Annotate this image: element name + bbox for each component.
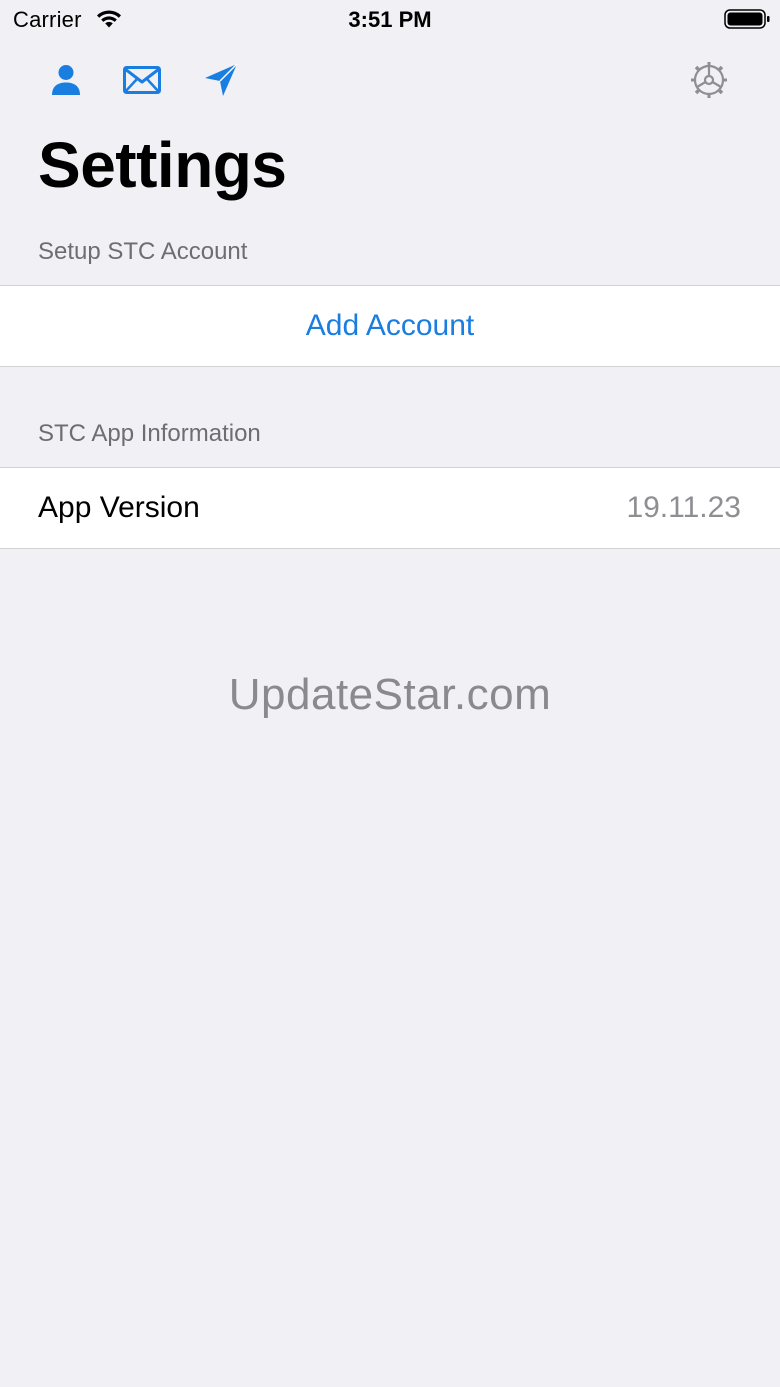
watermark-text: UpdateStar.com xyxy=(228,670,552,719)
app-version-label: App Version xyxy=(38,491,200,524)
status-time: 3:51 PM xyxy=(348,7,432,32)
person-icon xyxy=(52,65,80,95)
app-version-row: App Version 19.11.23 xyxy=(0,467,780,549)
gear-icon xyxy=(691,62,727,98)
add-account-button[interactable]: Add Account xyxy=(0,286,780,366)
section-header-account: Setup STC Account xyxy=(38,238,248,265)
account-button[interactable] xyxy=(42,56,90,104)
section-header-app-info: STC App Information xyxy=(38,420,261,447)
mail-button[interactable] xyxy=(118,56,166,104)
status-bar: Carrier 3:51 PM xyxy=(0,0,780,40)
envelope-icon xyxy=(123,66,161,94)
battery-icon xyxy=(724,9,770,29)
page-title: Settings xyxy=(38,129,287,201)
settings-gear-button[interactable] xyxy=(685,56,733,104)
add-account-cell[interactable]: Add Account xyxy=(0,285,780,367)
send-button[interactable] xyxy=(197,56,245,104)
top-toolbar xyxy=(0,56,780,104)
paper-plane-icon xyxy=(205,63,238,96)
app-version-value: 19.11.23 xyxy=(626,491,741,524)
